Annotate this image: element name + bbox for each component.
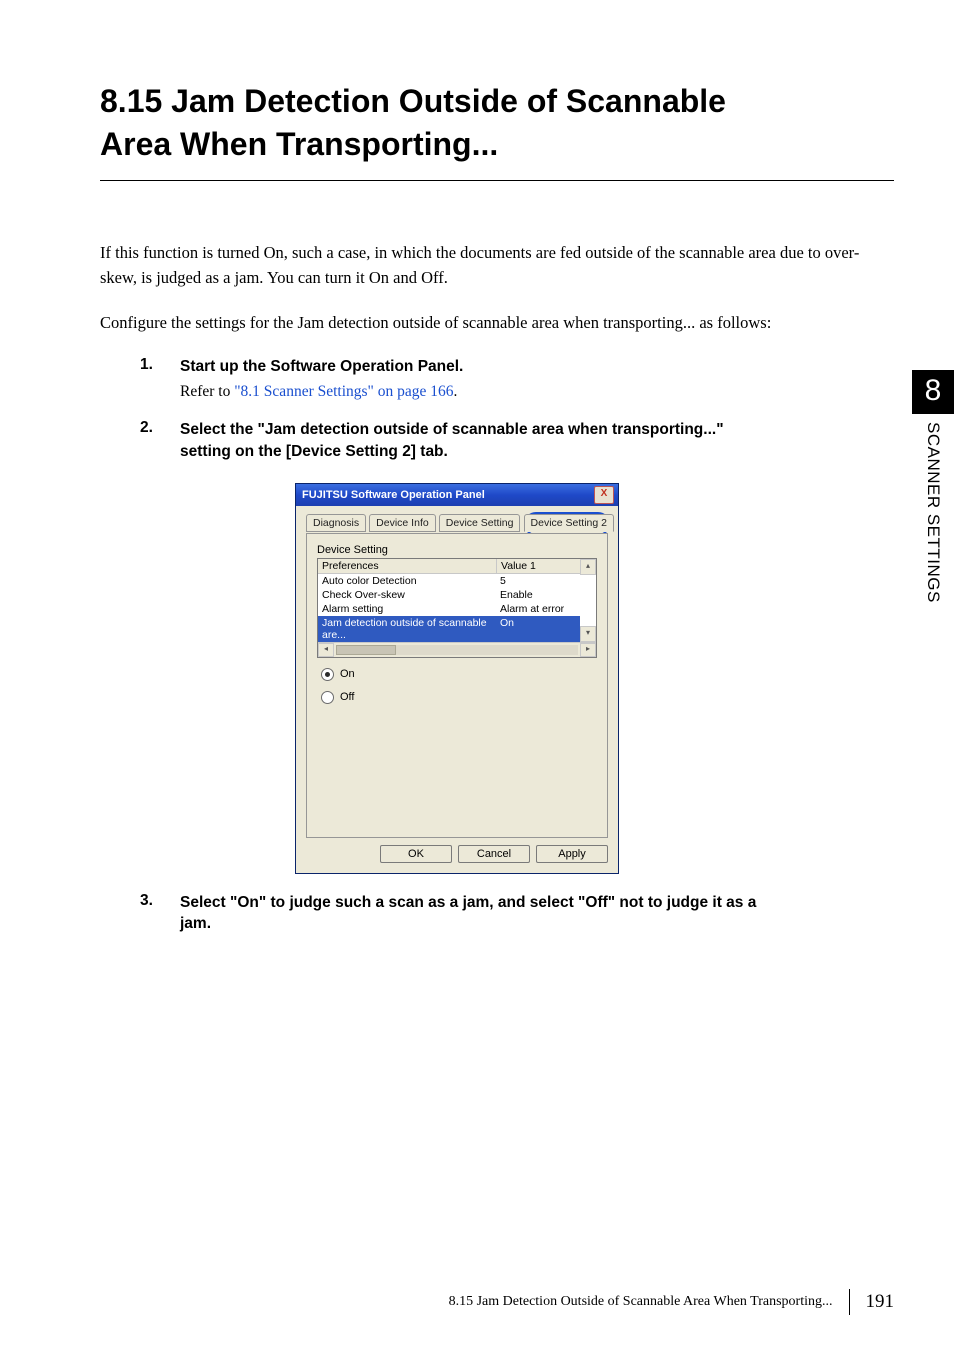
page-footer: 8.15 Jam Detection Outside of Scannable … (449, 1289, 894, 1315)
section-title-line2: Area When Transporting... (100, 123, 894, 166)
step-1-body: Start up the Software Operation Panel. R… (180, 356, 774, 402)
step-1-heading: Start up the Software Operation Panel. (180, 356, 774, 378)
hscroll-thumb[interactable] (336, 645, 396, 655)
dialog-title: FUJITSU Software Operation Panel (302, 489, 485, 501)
tab-panel-device-setting-2: Device Setting Preferences Value 1 ▴ Aut… (306, 533, 608, 838)
tab-diagnosis[interactable]: Diagnosis (306, 514, 366, 532)
list-cell-value: On (496, 616, 580, 642)
step-1-note: Refer to "8.1 Scanner Settings" on page … (180, 383, 774, 401)
radio-on[interactable]: On (321, 668, 597, 681)
intro-paragraph: If this function is turned On, such a ca… (100, 241, 894, 291)
tab-device-setting[interactable]: Device Setting (439, 514, 521, 532)
step-3-heading: Select "On" to judge such a scan as a ja… (180, 892, 774, 935)
dialog-body: Diagnosis Device Info Device Setting Dev… (296, 506, 618, 873)
radio-off-indicator (321, 691, 334, 704)
list-cell-value: 5 (496, 574, 580, 588)
side-chapter-title: SCANNER SETTINGS (923, 422, 943, 603)
listview-hscroll[interactable]: ◂ ▸ (318, 642, 596, 657)
list-cell-pref: Check Over-skew (318, 588, 496, 602)
step-2: 2. Select the "Jam detection outside of … (140, 419, 774, 462)
radio-on-indicator (321, 668, 334, 681)
step-1-xref[interactable]: "8.1 Scanner Settings" on page 166 (234, 383, 453, 400)
scroll-right-icon[interactable]: ▸ (580, 643, 596, 657)
hscroll-track[interactable] (336, 645, 578, 655)
list-row-selected[interactable]: Jam detection outside of scannable are..… (318, 616, 580, 642)
list-cell-pref: Jam detection outside of scannable are..… (318, 616, 496, 642)
step-2-number: 2. (140, 419, 180, 462)
section-title: 8.15 Jam Detection Outside of Scannable … (100, 80, 894, 166)
list-cell-value: Alarm at error (496, 602, 580, 616)
side-chapter-number: 8 (912, 370, 954, 414)
step-3: 3. Select "On" to judge such a scan as a… (140, 892, 774, 935)
section-title-line1: 8.15 Jam Detection Outside of Scannable (100, 80, 894, 123)
tab-row: Diagnosis Device Info Device Setting Dev… (306, 514, 608, 534)
listview-rows: Auto color Detection 5 Check Over-skew E… (318, 574, 596, 642)
step-1-note-prefix: Refer to (180, 383, 234, 400)
step-1: 1. Start up the Software Operation Panel… (140, 356, 774, 402)
radio-group-on-off: On Off (317, 668, 597, 704)
list-row[interactable]: Check Over-skew Enable (318, 588, 580, 602)
ok-button[interactable]: OK (380, 845, 452, 863)
configure-line: Configure the settings for the Jam detec… (100, 311, 894, 336)
section-rule (100, 180, 894, 181)
list-cell-pref: Auto color Detection (318, 574, 496, 588)
cancel-button[interactable]: Cancel (458, 845, 530, 863)
list-cell-pref: Alarm setting (318, 602, 496, 616)
listview-header-col1[interactable]: Preferences (318, 559, 497, 573)
dialog-software-operation-panel: FUJITSU Software Operation Panel X Diagn… (295, 483, 619, 874)
step-2-heading: Select the "Jam detection outside of sca… (180, 419, 774, 462)
scroll-down-icon[interactable]: ▾ (580, 626, 596, 642)
list-cell-value: Enable (496, 588, 580, 602)
radio-off[interactable]: Off (321, 691, 597, 704)
list-row[interactable]: Auto color Detection 5 (318, 574, 580, 588)
preferences-listview[interactable]: Preferences Value 1 ▴ Auto color Detecti… (317, 558, 597, 658)
close-icon[interactable]: X (594, 486, 614, 504)
listview-header: Preferences Value 1 (318, 559, 596, 574)
footer-separator (849, 1289, 850, 1315)
radio-off-label: Off (340, 691, 354, 703)
tab-device-info[interactable]: Device Info (369, 514, 436, 532)
scroll-left-icon[interactable]: ◂ (318, 643, 334, 657)
scroll-up-icon[interactable]: ▴ (580, 559, 596, 575)
footer-page-number: 191 (866, 1291, 895, 1313)
list-row[interactable]: Alarm setting Alarm at error (318, 602, 580, 616)
step-3-body: Select "On" to judge such a scan as a ja… (180, 892, 774, 935)
radio-on-label: On (340, 668, 355, 680)
footer-running-head: 8.15 Jam Detection Outside of Scannable … (449, 1294, 833, 1310)
figure: FUJITSU Software Operation Panel X Diagn… (140, 483, 774, 874)
side-tab: 8 SCANNER SETTINGS (912, 370, 954, 603)
dialog-titlebar[interactable]: FUJITSU Software Operation Panel X (296, 484, 618, 506)
step-1-number: 1. (140, 356, 180, 402)
steps: 1. Start up the Software Operation Panel… (140, 356, 774, 935)
page: 8.15 Jam Detection Outside of Scannable … (0, 0, 954, 1351)
tab-device-setting-2[interactable]: Device Setting 2 (524, 514, 614, 532)
groupbox-label: Device Setting (317, 544, 597, 556)
step-2-body: Select the "Jam detection outside of sca… (180, 419, 774, 462)
step-1-note-suffix: . (454, 383, 458, 400)
apply-button[interactable]: Apply (536, 845, 608, 863)
step-3-number: 3. (140, 892, 180, 935)
dialog-button-row: OK Cancel Apply (306, 845, 608, 863)
